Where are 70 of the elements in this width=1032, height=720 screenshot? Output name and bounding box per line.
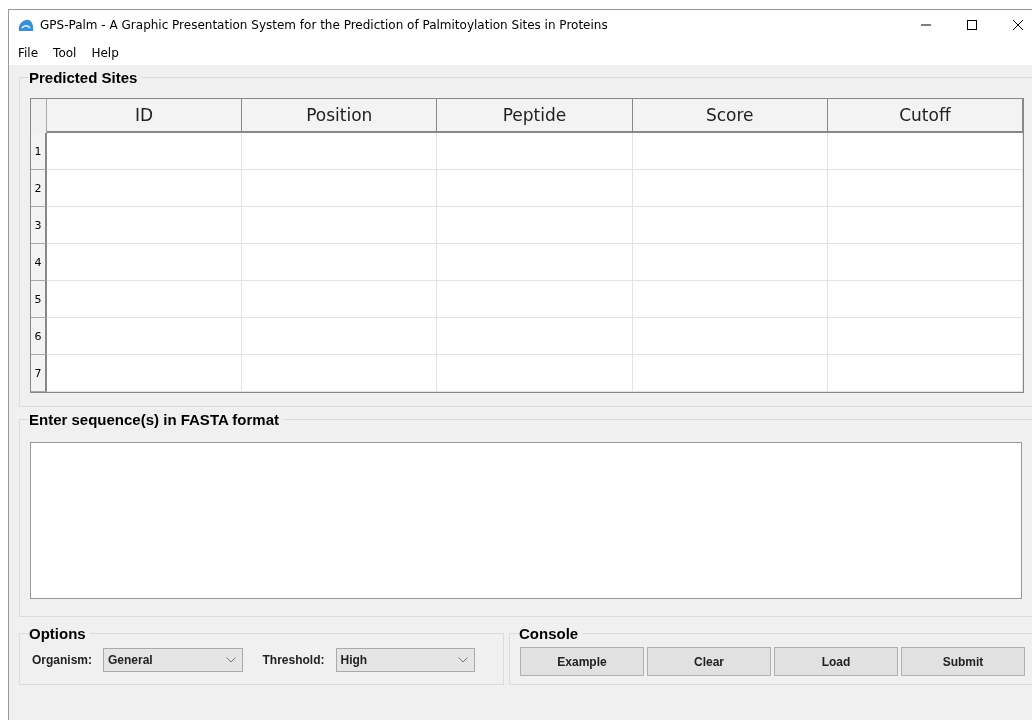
console-button[interactable]: Submit: [901, 647, 1025, 676]
column-header[interactable]: Position: [242, 99, 438, 133]
table-cell[interactable]: [632, 244, 828, 281]
close-icon[interactable]: [1013, 20, 1023, 30]
table-cell[interactable]: [437, 244, 633, 281]
table-cell[interactable]: [47, 207, 243, 244]
column-header[interactable]: Peptide: [437, 99, 633, 133]
field-label: Organism:: [32, 653, 92, 667]
table-cell[interactable]: [437, 133, 633, 170]
console-button[interactable]: Load: [774, 647, 898, 676]
table-cell[interactable]: [242, 207, 438, 244]
table-cell[interactable]: [632, 170, 828, 207]
row-header[interactable]: 4: [31, 244, 47, 281]
group-title: Console: [519, 625, 583, 642]
group-title: Predicted Sites: [29, 69, 142, 86]
table-cell[interactable]: [47, 318, 243, 355]
table-cell[interactable]: [827, 244, 1023, 281]
table-cell[interactable]: [437, 281, 633, 318]
menu-item[interactable]: Help: [91, 45, 119, 60]
console-button[interactable]: Example: [520, 647, 644, 676]
table-cell[interactable]: [827, 355, 1023, 392]
column-header[interactable]: Cutoff: [827, 99, 1023, 133]
menu-item[interactable]: Tool: [53, 45, 77, 60]
table-cell[interactable]: [47, 281, 243, 318]
column-header[interactable]: ID: [47, 99, 243, 133]
table-cell[interactable]: [632, 281, 828, 318]
chevron-down-icon: [458, 657, 468, 663]
table-cell[interactable]: [437, 355, 633, 392]
chevron-down-icon: [225, 657, 236, 663]
table-cell[interactable]: [632, 355, 828, 392]
group-title: Enter sequence(s) in FASTA format: [29, 411, 284, 428]
table-cell[interactable]: [827, 318, 1023, 355]
row-header[interactable]: 1: [31, 133, 47, 170]
row-header[interactable]: 6: [31, 318, 47, 355]
window-title: GPS-Palm - A Graphic Presentation System for the Prediction of Palmitoylation Sites in Proteins: [40, 18, 609, 32]
table-cell[interactable]: [437, 318, 633, 355]
row-header[interactable]: 2: [31, 170, 47, 207]
table-cell[interactable]: [827, 170, 1023, 207]
sequence-field[interactable]: [30, 442, 1022, 599]
menu-item[interactable]: File: [18, 45, 39, 60]
row-header[interactable]: 3: [31, 207, 47, 244]
app-logo-icon: [18, 18, 34, 32]
console-button[interactable]: Clear: [647, 647, 771, 676]
group-title: Options: [29, 625, 90, 642]
table-cell[interactable]: [827, 133, 1023, 170]
table-cell[interactable]: [242, 170, 438, 207]
table-cell[interactable]: [827, 281, 1023, 318]
table-cell[interactable]: [242, 318, 438, 355]
row-header[interactable]: 7: [31, 355, 47, 392]
dropdown[interactable]: High: [335, 648, 475, 672]
row-header[interactable]: 5: [31, 281, 47, 318]
table-cell[interactable]: [242, 244, 438, 281]
field-label: Threshold:: [262, 653, 325, 667]
dropdown[interactable]: General: [103, 648, 243, 672]
table-cell[interactable]: [242, 281, 438, 318]
table-cell[interactable]: [47, 355, 243, 392]
table-cell[interactable]: [242, 355, 438, 392]
table-cell[interactable]: [47, 244, 243, 281]
table-cell[interactable]: [827, 207, 1023, 244]
table-cell[interactable]: [632, 207, 828, 244]
table-cell[interactable]: [47, 170, 243, 207]
table-cell[interactable]: [242, 133, 438, 170]
column-header[interactable]: Score: [632, 99, 828, 133]
table-cell[interactable]: [437, 170, 633, 207]
table-cell[interactable]: [632, 318, 828, 355]
table-cell[interactable]: [437, 207, 633, 244]
table-cell[interactable]: [47, 133, 243, 170]
maximize-icon[interactable]: [967, 20, 977, 30]
table-corner[interactable]: [31, 99, 47, 133]
table-cell[interactable]: [632, 133, 828, 170]
